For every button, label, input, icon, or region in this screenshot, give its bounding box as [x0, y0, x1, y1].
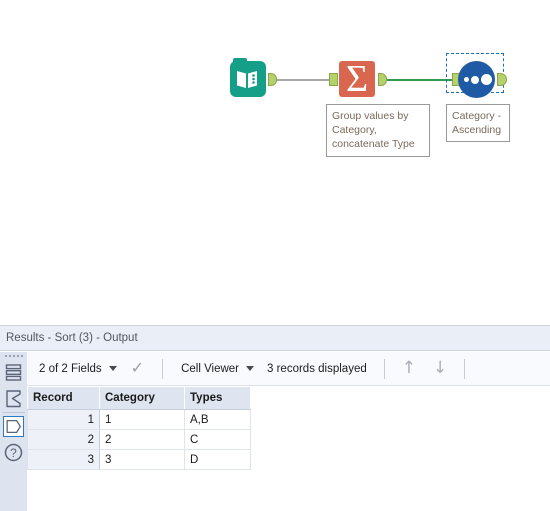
records-displayed-label: 3 records displayed	[267, 362, 367, 375]
tool-summarize[interactable]: Σ	[339, 58, 375, 100]
rail-grip-handle[interactable]	[5, 355, 23, 359]
sigma-icon: Σ	[339, 58, 375, 100]
checkmark-icon[interactable]: ✓	[131, 360, 144, 377]
column-header-types[interactable]: Types	[184, 386, 251, 410]
input-data-output-anchor[interactable]	[268, 73, 277, 86]
results-toolbar: 2 of 2 Fields ✓ Cell Viewer 3 records di…	[27, 352, 550, 386]
sort-dot-medium	[471, 75, 479, 84]
cell-types[interactable]: D	[184, 449, 251, 470]
cell-types[interactable]: C	[184, 429, 251, 450]
help-icon[interactable]: ?	[3, 442, 24, 463]
fields-selector[interactable]: 2 of 2 Fields	[39, 363, 117, 375]
toolbar-divider	[162, 358, 164, 379]
cell-category[interactable]: 3	[99, 449, 185, 470]
rail-divider	[2, 412, 25, 413]
annotation-sort[interactable]: Category - Ascending	[446, 104, 510, 142]
results-table: Record Category Types 1 1 A,B 2 2 C 3 3 …	[27, 386, 251, 470]
cell-record: 2	[27, 429, 100, 450]
scroll-down-button[interactable]: ↓	[433, 360, 447, 377]
summarize-input-anchor[interactable]	[329, 73, 338, 86]
cell-category[interactable]: 1	[99, 409, 185, 430]
cell-record: 3	[27, 449, 100, 470]
tool-sort[interactable]	[458, 61, 495, 98]
cell-types[interactable]: A,B	[184, 409, 251, 430]
table-row[interactable]: 3 3 D	[27, 449, 251, 470]
table-row[interactable]: 2 2 C	[27, 429, 251, 450]
cell-record: 1	[27, 409, 100, 430]
output-tag-icon[interactable]	[3, 416, 24, 437]
records-displayed-status: 3 records displayed	[267, 363, 367, 375]
cell-viewer-label: Cell Viewer	[181, 362, 240, 375]
annotation-summarize[interactable]: Group values by Category, concatenate Ty…	[326, 104, 430, 157]
tool-input-data[interactable]	[230, 58, 266, 97]
book-glyph	[237, 71, 257, 88]
scroll-up-button[interactable]: ↑	[402, 360, 416, 377]
connection-input-to-summarize[interactable]	[272, 79, 332, 81]
results-panel-title: Results - Sort (3) - Output	[0, 326, 550, 351]
summary-sigma-icon[interactable]	[3, 388, 24, 409]
column-header-category[interactable]: Category	[99, 386, 185, 410]
chevron-down-icon	[108, 366, 117, 371]
column-header-record[interactable]: Record	[27, 386, 100, 410]
cell-category[interactable]: 2	[99, 429, 185, 450]
cell-viewer-selector[interactable]: Cell Viewer	[181, 362, 255, 375]
connection-summarize-to-sort[interactable]	[387, 79, 455, 81]
workflow-canvas[interactable]: Σ Group values by Category, concatenate …	[0, 0, 550, 325]
summarize-output-anchor[interactable]	[378, 73, 387, 86]
sigma-glyph: Σ	[345, 58, 369, 100]
results-icon-rail: ?	[0, 352, 27, 511]
svg-text:?: ?	[10, 446, 17, 460]
three-dots-circle-icon	[458, 61, 495, 98]
results-panel: Results - Sort (3) - Output ? 2 of 2 Fie…	[0, 325, 550, 511]
sort-dot-small	[464, 77, 469, 82]
sort-dot-large	[481, 74, 492, 85]
toolbar-divider	[464, 358, 466, 379]
chevron-down-icon	[246, 366, 255, 371]
book-icon	[230, 58, 266, 97]
results-data-grid[interactable]: Record Category Types 1 1 A,B 2 2 C 3 3 …	[27, 386, 550, 511]
table-header-row: Record Category Types	[27, 386, 251, 410]
sort-output-anchor[interactable]	[497, 73, 507, 86]
table-row[interactable]: 1 1 A,B	[27, 409, 251, 430]
messages-icon[interactable]	[3, 362, 24, 383]
fields-selector-label: 2 of 2 Fields	[39, 362, 102, 375]
toolbar-divider	[383, 358, 385, 379]
